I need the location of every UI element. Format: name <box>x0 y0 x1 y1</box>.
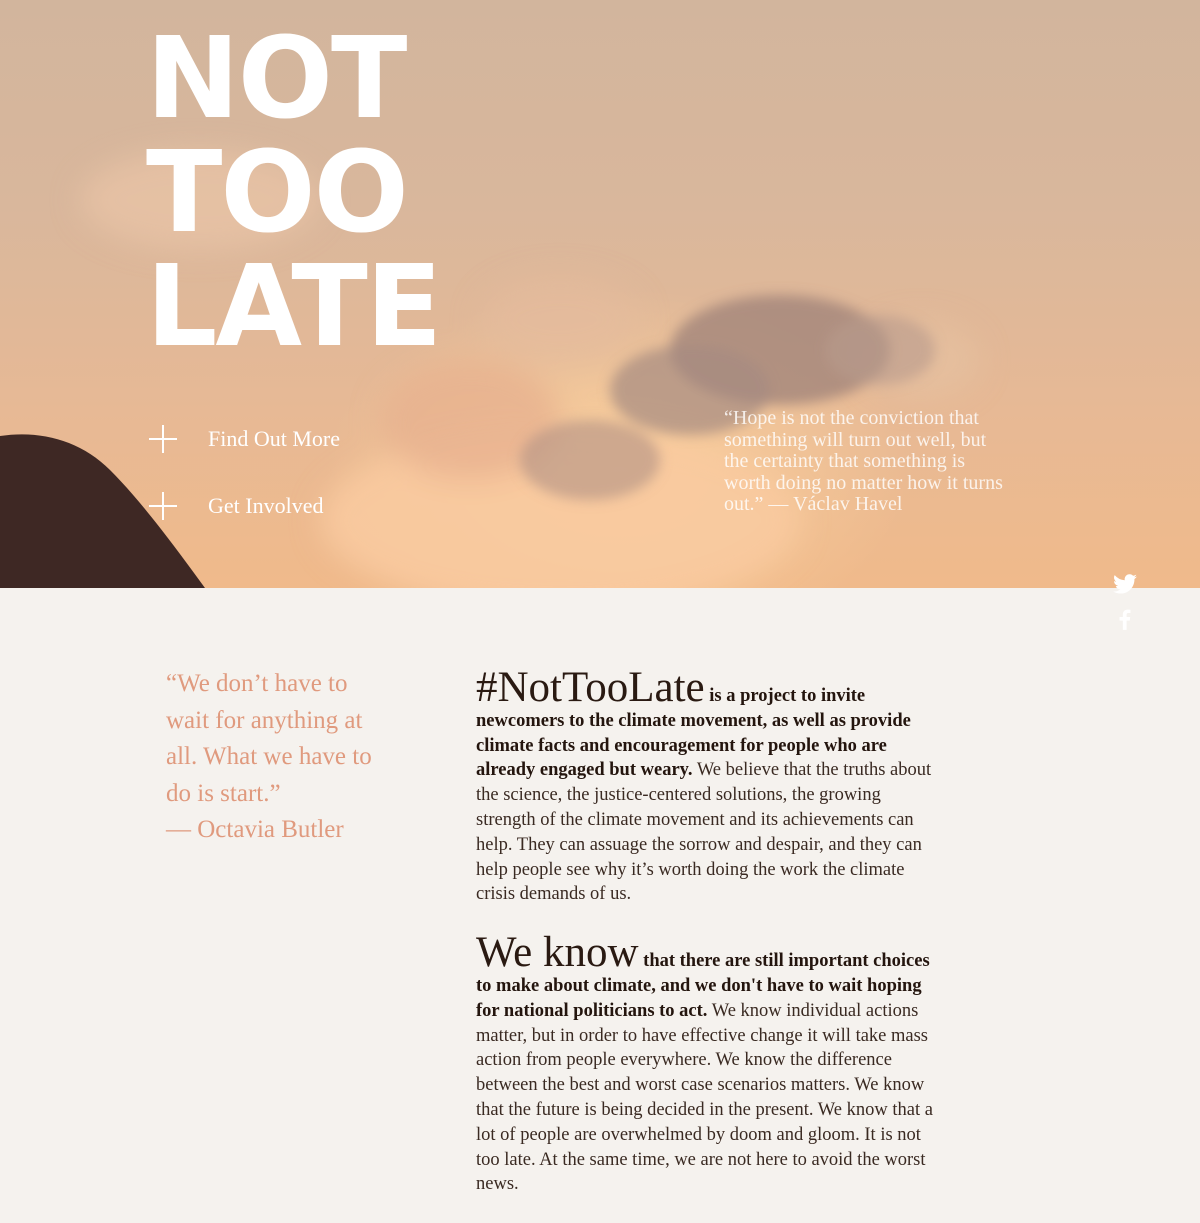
about-paragraph-1: #NotTooLate is a project to invite newco… <box>476 666 941 907</box>
about-paragraph-2-text: We know individual actions matter, but i… <box>476 1000 933 1195</box>
butler-quote-text: “We don’t have to wait for anything at a… <box>166 670 372 807</box>
get-involved-label: Get Involved <box>208 493 324 518</box>
title-line-2: TOO <box>146 128 409 258</box>
get-involved-link[interactable]: Get Involved <box>148 491 323 521</box>
title-line-3: LATE <box>146 242 442 372</box>
about-paragraph-2: We know that there are still important c… <box>476 931 941 1197</box>
havel-quote: “Hope is not the conviction that somethi… <box>724 407 1003 515</box>
we-know-heading: We know <box>476 929 639 977</box>
about-section: #NotTooLate is a project to invite newco… <box>476 666 941 1223</box>
about-paragraph-1-text: We believe that the truths about the sci… <box>476 760 932 905</box>
title-line-1: NOT <box>146 14 407 144</box>
social-links <box>1112 574 1140 642</box>
plus-icon <box>149 492 177 520</box>
butler-quote-attribution: — Octavia Butler <box>166 816 344 843</box>
butler-quote: “We don’t have to wait for anything at a… <box>166 666 386 849</box>
hashtag-heading: #NotTooLate <box>476 664 705 711</box>
find-out-more-link[interactable]: Find Out More <box>148 424 340 454</box>
plus-icon <box>149 425 177 453</box>
twitter-icon[interactable] <box>1112 574 1138 596</box>
find-out-more-label: Find Out More <box>208 426 340 451</box>
hero-banner: NOT TOO LATE Find Out More Get Involved … <box>0 0 1200 588</box>
site-title: NOT TOO LATE <box>146 14 442 372</box>
facebook-icon[interactable] <box>1112 606 1138 632</box>
